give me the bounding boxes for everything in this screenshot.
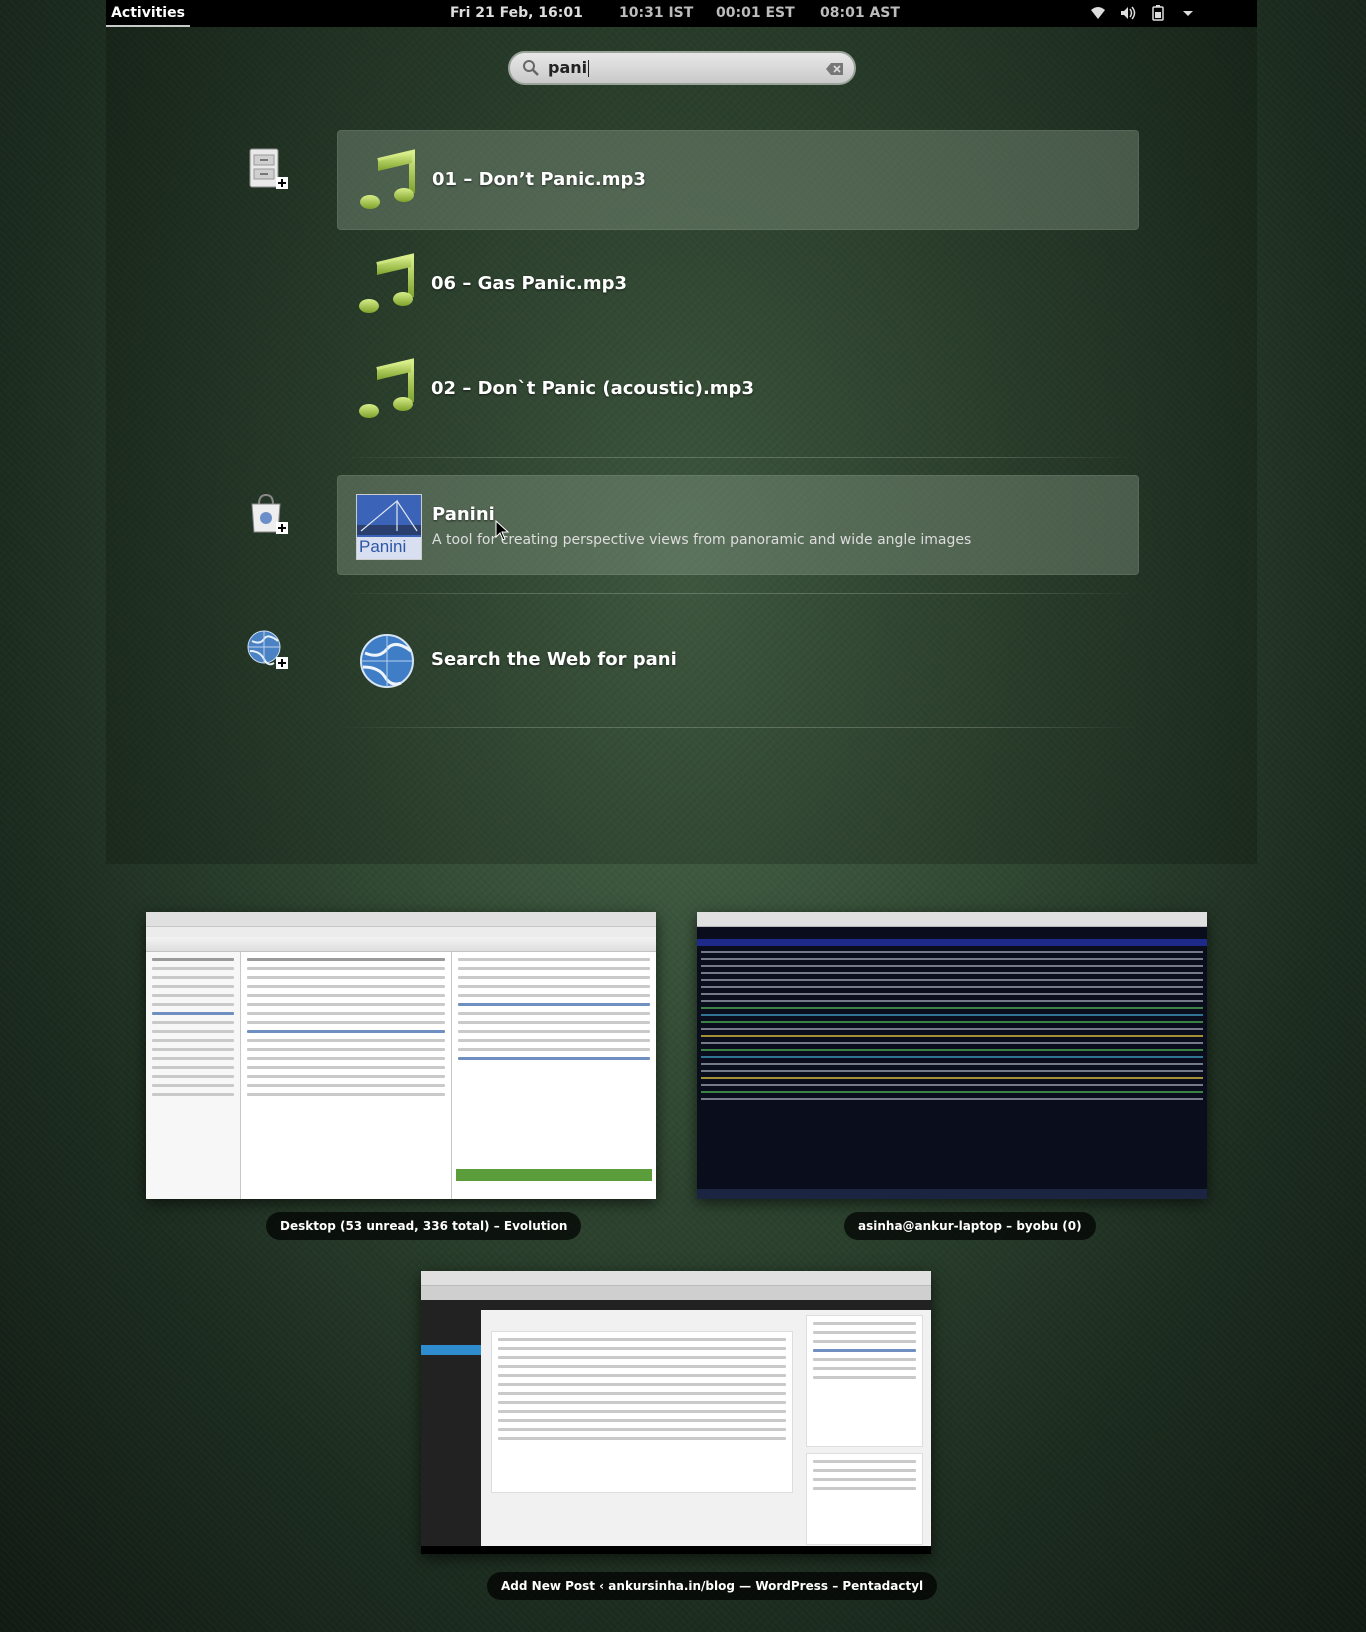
- clock-ist: 10:31 IST: [619, 5, 694, 21]
- clock-ast: 08:01 AST: [820, 5, 900, 21]
- window-thumbnail-browser[interactable]: [421, 1271, 931, 1554]
- wifi-icon[interactable]: [1089, 4, 1107, 22]
- window-thumbnail-evolution[interactable]: [146, 912, 656, 1199]
- system-menu-arrow-icon[interactable]: [1179, 4, 1197, 22]
- result-app-panini[interactable]: Panini Panini A tool for creating perspe…: [337, 475, 1139, 575]
- software-provider-icon[interactable]: [246, 492, 290, 536]
- window-title-terminal[interactable]: asinha@ankur-laptop – byobu (0): [844, 1212, 1096, 1240]
- result-description: A tool for creating perspective views fr…: [432, 532, 972, 548]
- result-file-gas-panic[interactable]: 06 – Gas Panic.mp3: [337, 235, 1139, 335]
- volume-icon[interactable]: [1119, 4, 1137, 22]
- search-entry[interactable]: pani: [508, 51, 856, 85]
- mouse-pointer-icon: [495, 519, 510, 546]
- result-title: Search the Web for pani: [431, 649, 677, 670]
- window-title-evolution[interactable]: Desktop (53 unread, 336 total) – Evoluti…: [266, 1212, 582, 1240]
- result-file-dont-panic[interactable]: 01 – Don’t Panic.mp3: [337, 130, 1139, 230]
- panini-app-icon: Panini: [356, 494, 422, 560]
- result-title: 01 – Don’t Panic.mp3: [432, 169, 646, 190]
- music-note-icon: [355, 358, 419, 422]
- clear-icon[interactable]: [826, 61, 844, 80]
- result-title: Panini: [432, 504, 495, 525]
- provider-separator: [337, 457, 1139, 458]
- result-title: 02 – Don`t Panic (acoustic).mp3: [431, 378, 754, 399]
- search-query: pani: [548, 58, 588, 77]
- globe-icon: [355, 629, 419, 693]
- window-thumbnail-terminal[interactable]: [697, 912, 1207, 1199]
- result-search-web[interactable]: Search the Web for pani: [337, 611, 1139, 711]
- date-time-clock[interactable]: Fri 21 Feb, 16:01: [450, 0, 583, 27]
- web-provider-icon[interactable]: [246, 627, 290, 671]
- provider-separator: [337, 727, 1139, 728]
- top-bar: Activities Fri 21 Feb, 16:01 10:31 IST 0…: [106, 0, 1257, 27]
- music-note-icon: [356, 149, 420, 213]
- panini-icon-text: Panini: [359, 537, 407, 556]
- activities-button[interactable]: Activities: [106, 0, 190, 27]
- result-file-dont-panic-acoustic[interactable]: 02 – Don`t Panic (acoustic).mp3: [337, 340, 1139, 440]
- search-icon: [522, 59, 540, 81]
- result-title: 06 – Gas Panic.mp3: [431, 273, 627, 294]
- music-note-icon: [355, 253, 419, 317]
- battery-icon[interactable]: [1149, 4, 1167, 22]
- files-provider-icon[interactable]: [246, 147, 290, 191]
- provider-separator: [337, 593, 1139, 594]
- window-title-browser[interactable]: Add New Post ‹ ankursinha.in/blog — Word…: [487, 1572, 938, 1600]
- clock-est: 00:01 EST: [716, 5, 795, 21]
